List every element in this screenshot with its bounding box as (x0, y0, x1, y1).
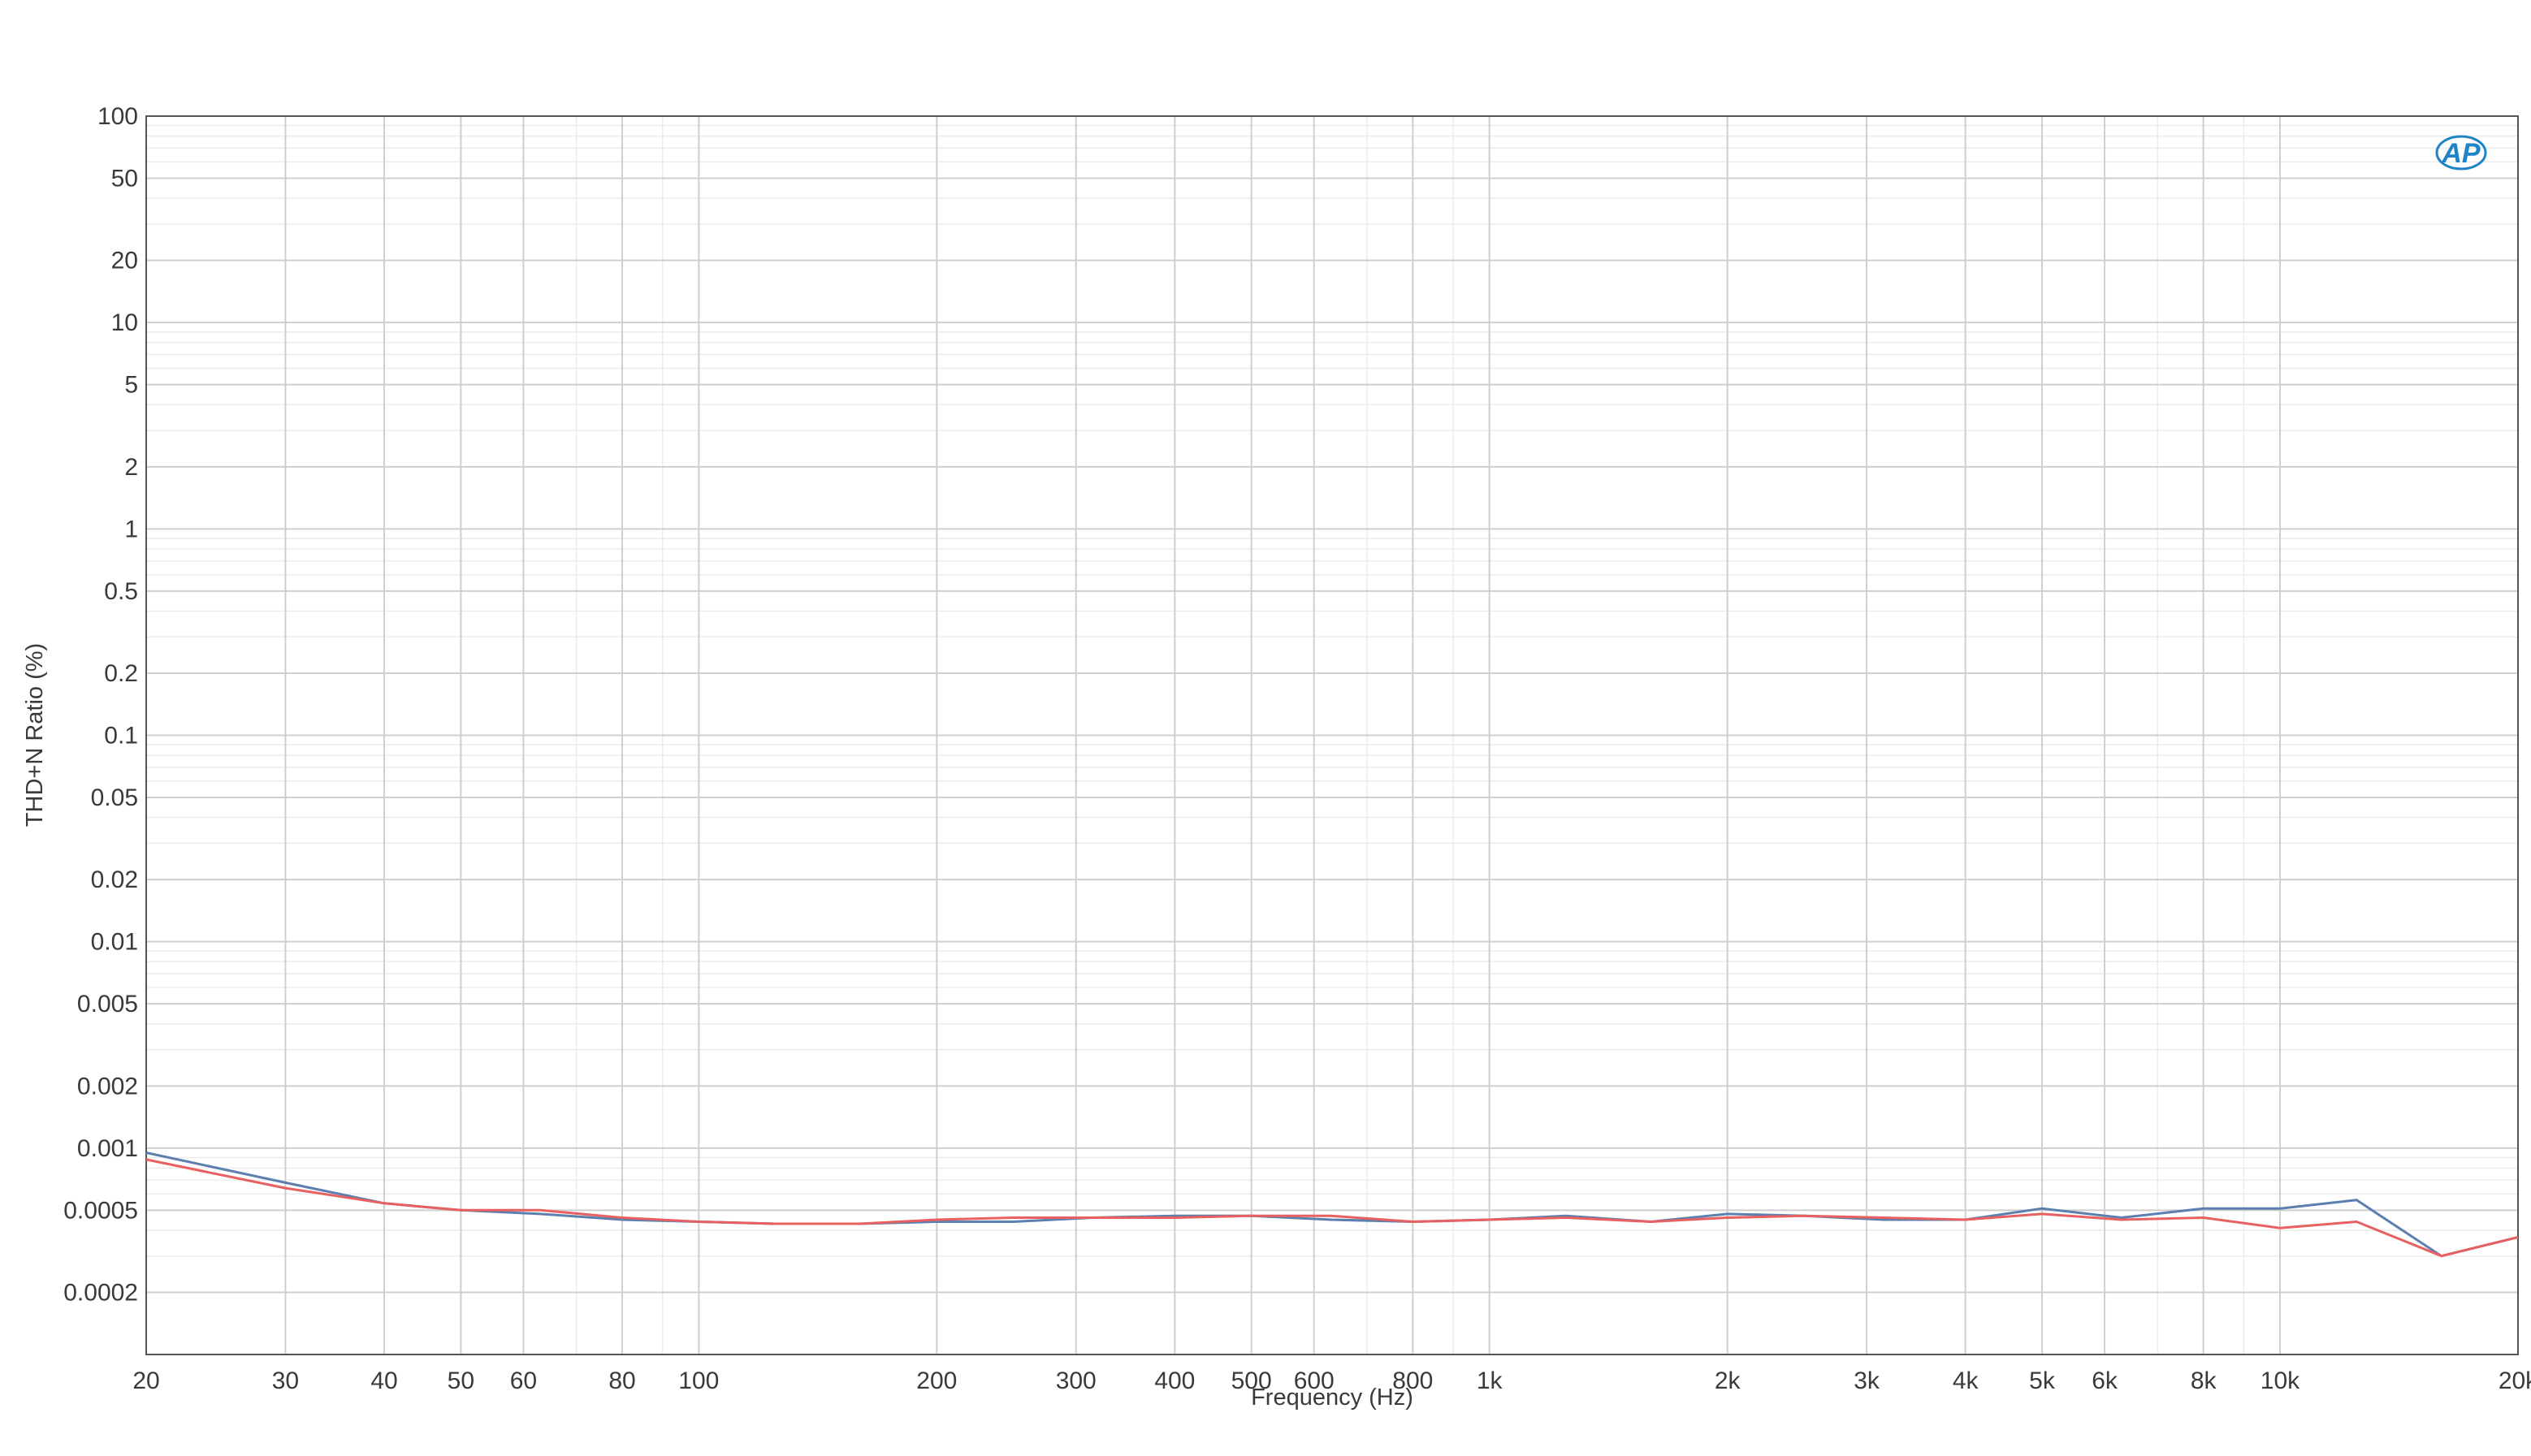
x-tick-label: 5k (2029, 1367, 2056, 1394)
y-tick-label: 0.002 (77, 1073, 138, 1100)
x-tick-label: 20k (2499, 1367, 2531, 1394)
x-tick-label: 8k (2191, 1367, 2217, 1394)
y-tick-label: 0.0005 (63, 1197, 138, 1224)
y-tick-label: 5 (124, 372, 138, 399)
y-tick-label: 0.05 (91, 784, 138, 811)
y-tick-label: 1 (124, 516, 138, 542)
y-axis-tick-labels: 100 50 20 10 5 2 1 0.5 0.2 0.1 0.05 0.02 0.01 0.005 0.… (63, 103, 138, 1306)
y-tick-label: 10 (111, 309, 138, 336)
x-tick-label: 2k (1715, 1367, 1741, 1394)
y-tick-label: 20 (111, 248, 138, 274)
thdn-frequency-chart: 100 50 20 10 5 2 1 0.5 0.2 0.1 0.05 0.02 0.01 0.005 0.… (22, 103, 2531, 1411)
x-tick-label: 50 (448, 1367, 474, 1394)
ap-logo-icon: AP (2435, 135, 2487, 171)
x-tick-label: 200 (916, 1367, 957, 1394)
y-tick-label: 50 (111, 166, 138, 192)
y-tick-label: 0.01 (91, 929, 138, 956)
y-tick-label: 0.2 (104, 660, 138, 687)
series-line-2 (145, 1158, 2519, 1258)
y-axis-title: THD+N Ratio (%) (22, 643, 48, 827)
x-tick-label: 400 (1154, 1367, 1195, 1394)
y-tick-label: 0.5 (104, 578, 138, 605)
y-tick-label: 2 (124, 454, 138, 481)
x-tick-label: 6k (2092, 1367, 2118, 1394)
x-axis-title: Frequency (Hz) (1251, 1385, 1413, 1411)
y-tick-label: 0.005 (77, 991, 138, 1017)
x-tick-label: 80 (608, 1367, 635, 1394)
y-tick-label: 0.1 (104, 723, 138, 750)
x-tick-label: 10k (2261, 1367, 2300, 1394)
x-tick-label: 3k (1854, 1367, 1880, 1394)
ap-logo-text: AP (2441, 138, 2481, 169)
x-tick-label: 1k (1477, 1367, 1503, 1394)
x-tick-label: 40 (370, 1367, 397, 1394)
x-tick-label: 300 (1056, 1367, 1097, 1394)
x-tick-label: 30 (272, 1367, 299, 1394)
y-tick-label: 0.0002 (63, 1279, 138, 1306)
x-tick-label: 60 (510, 1367, 537, 1394)
x-tick-label: 100 (678, 1367, 719, 1394)
x-tick-label: 20 (132, 1367, 159, 1394)
y-tick-label: 0.001 (77, 1135, 138, 1162)
y-tick-label: 100 (97, 103, 138, 130)
major-grid (145, 115, 2519, 1354)
y-tick-label: 0.02 (91, 866, 138, 893)
x-tick-label: 4k (1953, 1367, 1979, 1394)
